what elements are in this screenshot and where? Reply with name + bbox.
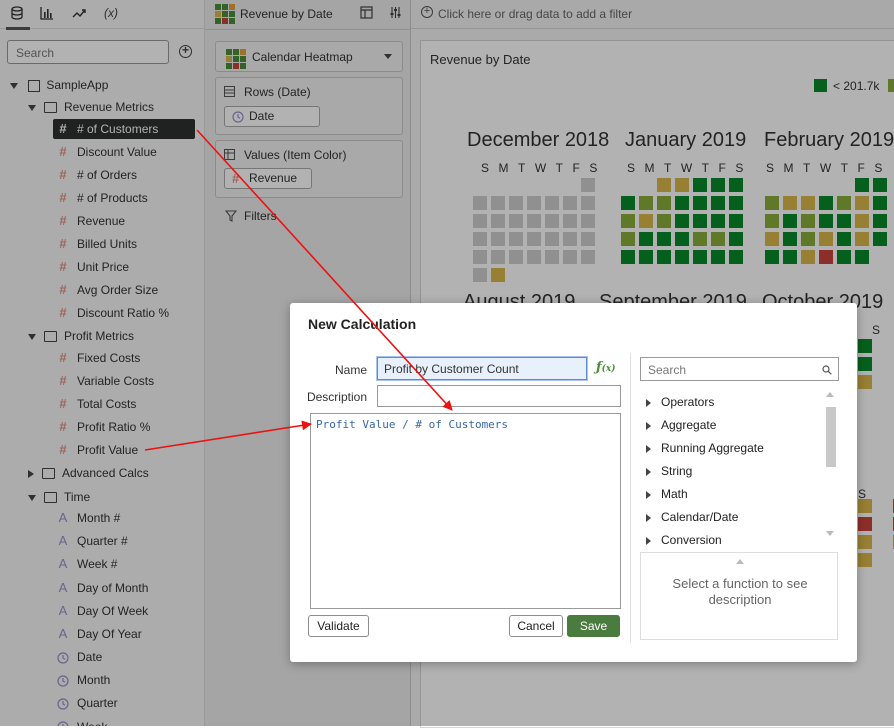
arrow-profit-to-expression (144, 420, 312, 451)
arrow-customers-to-expression (196, 129, 453, 411)
annotation-arrows (144, 129, 453, 451)
